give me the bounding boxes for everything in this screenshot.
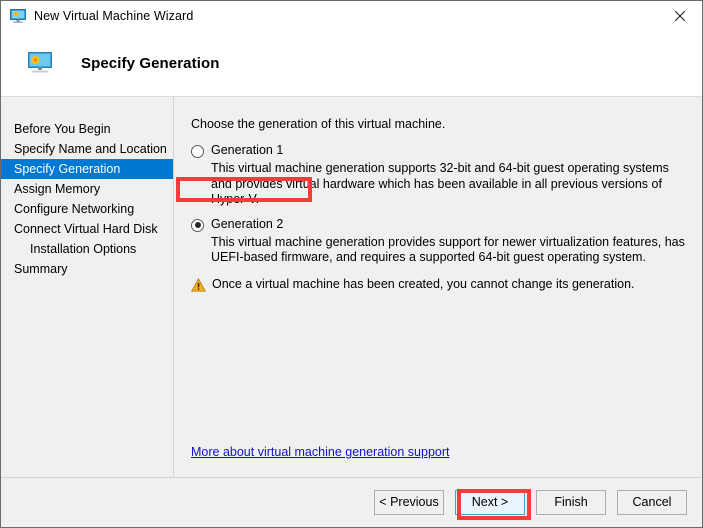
warning-triangle-icon: [191, 278, 206, 292]
generation-warning: Once a virtual machine has been created,…: [191, 277, 692, 292]
generation-1-label[interactable]: Generation 1: [211, 143, 283, 158]
more-about-generation-support-link[interactable]: More about virtual machine generation su…: [191, 445, 449, 459]
sidebar-item-specify-generation[interactable]: Specify Generation: [1, 159, 173, 179]
sidebar-item-assign-memory[interactable]: Assign Memory: [1, 179, 173, 199]
wizard-footer: < Previous Next > Finish Cancel: [1, 477, 702, 527]
wizard-content-pane: Choose the generation of this virtual ma…: [174, 97, 702, 477]
sidebar-item-before-you-begin[interactable]: Before You Begin: [1, 119, 173, 139]
page-title: Specify Generation: [81, 55, 220, 72]
generation-2-radio[interactable]: [191, 219, 204, 232]
generation-warning-text: Once a virtual machine has been created,…: [212, 277, 635, 292]
wizard-steps-sidebar: Before You Begin Specify Name and Locati…: [1, 97, 174, 477]
generation-2-option-row[interactable]: Generation 2: [191, 217, 692, 232]
new-virtual-machine-wizard-window: New Virtual Machine Wizard Specify Gener…: [0, 0, 703, 528]
sidebar-item-configure-networking[interactable]: Configure Networking: [1, 199, 173, 219]
finish-button[interactable]: Finish: [536, 490, 606, 515]
sidebar-item-summary[interactable]: Summary: [1, 259, 173, 279]
generation-1-radio[interactable]: [191, 145, 204, 158]
title-bar: New Virtual Machine Wizard: [1, 1, 702, 30]
generation-1-description: This virtual machine generation supports…: [211, 161, 689, 208]
sidebar-item-connect-virtual-hard-disk[interactable]: Connect Virtual Hard Disk: [1, 219, 173, 239]
previous-button[interactable]: < Previous: [374, 490, 444, 515]
generation-1-option-row[interactable]: Generation 1: [191, 143, 692, 158]
page-header: Specify Generation: [1, 30, 702, 97]
cancel-button[interactable]: Cancel: [617, 490, 687, 515]
wizard-body: Before You Begin Specify Name and Locati…: [1, 97, 702, 477]
window-title: New Virtual Machine Wizard: [34, 9, 193, 23]
instruction-text: Choose the generation of this virtual ma…: [191, 117, 692, 131]
sidebar-item-specify-name-and-location[interactable]: Specify Name and Location: [1, 139, 173, 159]
close-icon[interactable]: [657, 1, 702, 30]
generation-2-description: This virtual machine generation provides…: [211, 235, 689, 266]
virtual-machine-monitor-icon: [10, 8, 26, 24]
generation-2-label[interactable]: Generation 2: [211, 217, 283, 232]
sidebar-item-installation-options[interactable]: Installation Options: [1, 239, 173, 259]
next-button[interactable]: Next >: [455, 490, 525, 515]
virtual-machine-monitor-icon: [25, 50, 55, 76]
